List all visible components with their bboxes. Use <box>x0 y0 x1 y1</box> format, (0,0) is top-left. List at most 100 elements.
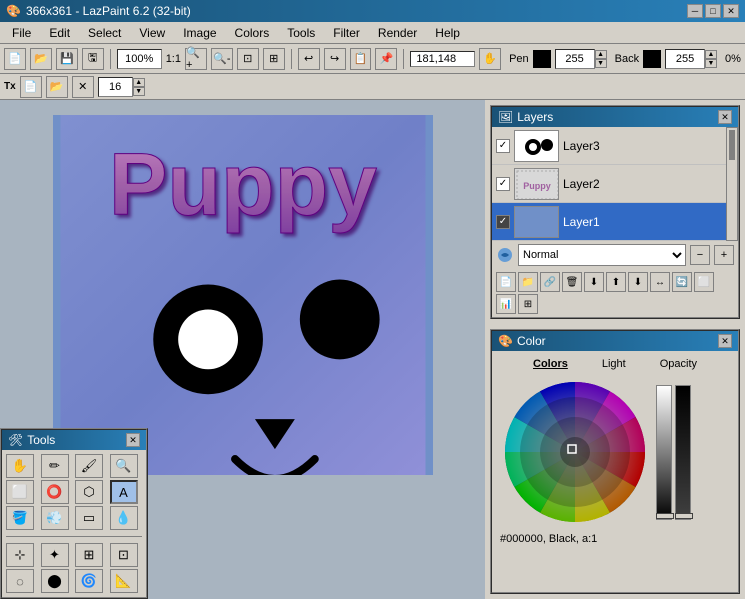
tool-s7[interactable]: 🌀 <box>75 569 103 593</box>
zoom-fit-button[interactable]: ⊡ <box>237 48 259 70</box>
zoom-out-layer[interactable]: − <box>690 245 710 265</box>
color-hex-value: #000000, Black, a:1 <box>496 531 734 547</box>
layer-prop[interactable]: 📊 <box>496 294 516 314</box>
layer-open[interactable]: 📁 <box>518 272 538 292</box>
maximize-button[interactable]: □ <box>705 4 721 18</box>
layer-link[interactable]: 🔗 <box>540 272 560 292</box>
copy-button[interactable]: 📋 <box>350 48 372 70</box>
opacity-slider-track[interactable] <box>675 385 691 520</box>
layer2-visibility[interactable]: ✓ <box>496 177 510 191</box>
menu-edit[interactable]: Edit <box>41 24 78 42</box>
window-controls: ─ □ ✕ <box>687 4 739 18</box>
tool-airbrush[interactable]: 💨 <box>41 506 69 530</box>
tool-pen[interactable]: ✏ <box>41 454 69 478</box>
tool-fill[interactable]: 🪣 <box>6 506 34 530</box>
pen-down[interactable]: ▼ <box>595 59 607 68</box>
tool-s2[interactable]: ✦ <box>41 543 69 567</box>
layer3-visibility[interactable]: ✓ <box>496 139 510 153</box>
blend-mode-select[interactable]: Normal Multiply Screen Overlay <box>518 244 686 266</box>
layer-new[interactable]: 📄 <box>496 272 516 292</box>
pen-up[interactable]: ▲ <box>595 50 607 59</box>
menu-render[interactable]: Render <box>370 24 425 42</box>
menu-file[interactable]: File <box>4 24 39 42</box>
light-slider-track[interactable] <box>656 385 672 520</box>
opacity-slider <box>675 385 691 520</box>
layer-flip[interactable]: ↔ <box>650 272 670 292</box>
tool-rect[interactable]: ▭ <box>75 506 103 530</box>
layer-row-2[interactable]: ✓ Puppy Layer2 <box>492 165 726 203</box>
pen-color-swatch[interactable] <box>533 50 551 68</box>
tool-s6[interactable]: ⬤ <box>41 569 69 593</box>
tb2-new[interactable]: 📄 <box>20 76 42 98</box>
hand-tool[interactable]: ✋ <box>479 48 501 70</box>
pen-value-input[interactable] <box>555 49 595 69</box>
redo-button[interactable]: ↪ <box>324 48 346 70</box>
layer-flatten[interactable]: ⬜ <box>694 272 714 292</box>
new-button[interactable]: 📄 <box>4 48 26 70</box>
menu-colors[interactable]: Colors <box>227 24 278 42</box>
tool-hand[interactable]: ✋ <box>6 454 34 478</box>
color-wheel-svg[interactable] <box>500 377 650 527</box>
back-up[interactable]: ▲ <box>705 50 717 59</box>
menu-help[interactable]: Help <box>427 24 468 42</box>
back-value-input[interactable] <box>665 49 705 69</box>
size-input[interactable] <box>98 77 133 97</box>
tool-s3[interactable]: ⊞ <box>75 543 103 567</box>
grid-button[interactable]: ⊞ <box>263 48 285 70</box>
layer-grid[interactable]: ⊞ <box>518 294 538 314</box>
menu-image[interactable]: Image <box>175 24 224 42</box>
layer-up[interactable]: ⬆ <box>606 272 626 292</box>
layers-close-button[interactable]: ✕ <box>718 110 732 124</box>
canvas-container[interactable]: Puppy <box>53 115 433 475</box>
paste-button[interactable]: 📌 <box>375 48 397 70</box>
tab-colors[interactable]: Colors <box>525 357 576 371</box>
layer-merge[interactable]: ⬇ <box>584 272 604 292</box>
layers-scrollbar[interactable] <box>726 127 738 241</box>
opacity-indicator <box>675 513 693 519</box>
menu-select[interactable]: Select <box>80 24 129 42</box>
minimize-button[interactable]: ─ <box>687 4 703 18</box>
layer-down[interactable]: ⬇ <box>628 272 648 292</box>
tool-s1[interactable]: ⊹ <box>6 543 34 567</box>
back-down[interactable]: ▼ <box>705 59 717 68</box>
zoom-input[interactable] <box>117 49 162 69</box>
menu-tools[interactable]: Tools <box>279 24 323 42</box>
tool-rect-sel[interactable]: ⬜ <box>6 480 34 504</box>
tool-eyedropper[interactable]: 💧 <box>110 506 138 530</box>
tool-zoom[interactable]: 🔍 <box>110 454 138 478</box>
size-up[interactable]: ▲ <box>133 78 145 87</box>
layer-delete[interactable]: 🗑 <box>562 272 582 292</box>
tb2-open[interactable]: 📂 <box>46 76 68 98</box>
color-wheel[interactable] <box>500 377 650 527</box>
tab-opacity[interactable]: Opacity <box>652 357 705 371</box>
save-as-button[interactable]: 🖫 <box>82 48 104 70</box>
color-wheel-area <box>496 373 734 531</box>
color-close-button[interactable]: ✕ <box>718 334 732 348</box>
size-down[interactable]: ▼ <box>133 87 145 96</box>
back-color-swatch[interactable] <box>643 50 661 68</box>
tool-s8[interactable]: 📐 <box>110 569 138 593</box>
layer-row-1[interactable]: ✓ Layer1 <box>492 203 726 241</box>
menu-view[interactable]: View <box>131 24 173 42</box>
layers-icon: 🖼 <box>498 110 513 124</box>
layer1-visibility[interactable]: ✓ <box>496 215 510 229</box>
zoom-in-layer[interactable]: + <box>714 245 734 265</box>
zoom-in-button[interactable]: 🔍+ <box>185 48 207 70</box>
close-button[interactable]: ✕ <box>723 4 739 18</box>
tool-text[interactable]: A <box>110 480 138 504</box>
tab-light[interactable]: Light <box>594 357 634 371</box>
zoom-out-button[interactable]: 🔍- <box>211 48 233 70</box>
tool-s5[interactable]: ◌ <box>6 569 34 593</box>
layer-rotate[interactable]: 🔄 <box>672 272 692 292</box>
layer-row-3[interactable]: ✓ Layer3 <box>492 127 726 165</box>
tools-close-button[interactable]: ✕ <box>126 433 140 447</box>
tool-poly-sel[interactable]: ⬡ <box>75 480 103 504</box>
tool-ellipse-sel[interactable]: ⭕ <box>41 480 69 504</box>
tool-brush[interactable]: 🖌 <box>75 454 103 478</box>
tb2-close[interactable]: ✕ <box>72 76 94 98</box>
menu-filter[interactable]: Filter <box>325 24 368 42</box>
save-button[interactable]: 💾 <box>56 48 78 70</box>
tool-s4[interactable]: ⊡ <box>110 543 138 567</box>
open-button[interactable]: 📂 <box>30 48 52 70</box>
undo-button[interactable]: ↩ <box>298 48 320 70</box>
